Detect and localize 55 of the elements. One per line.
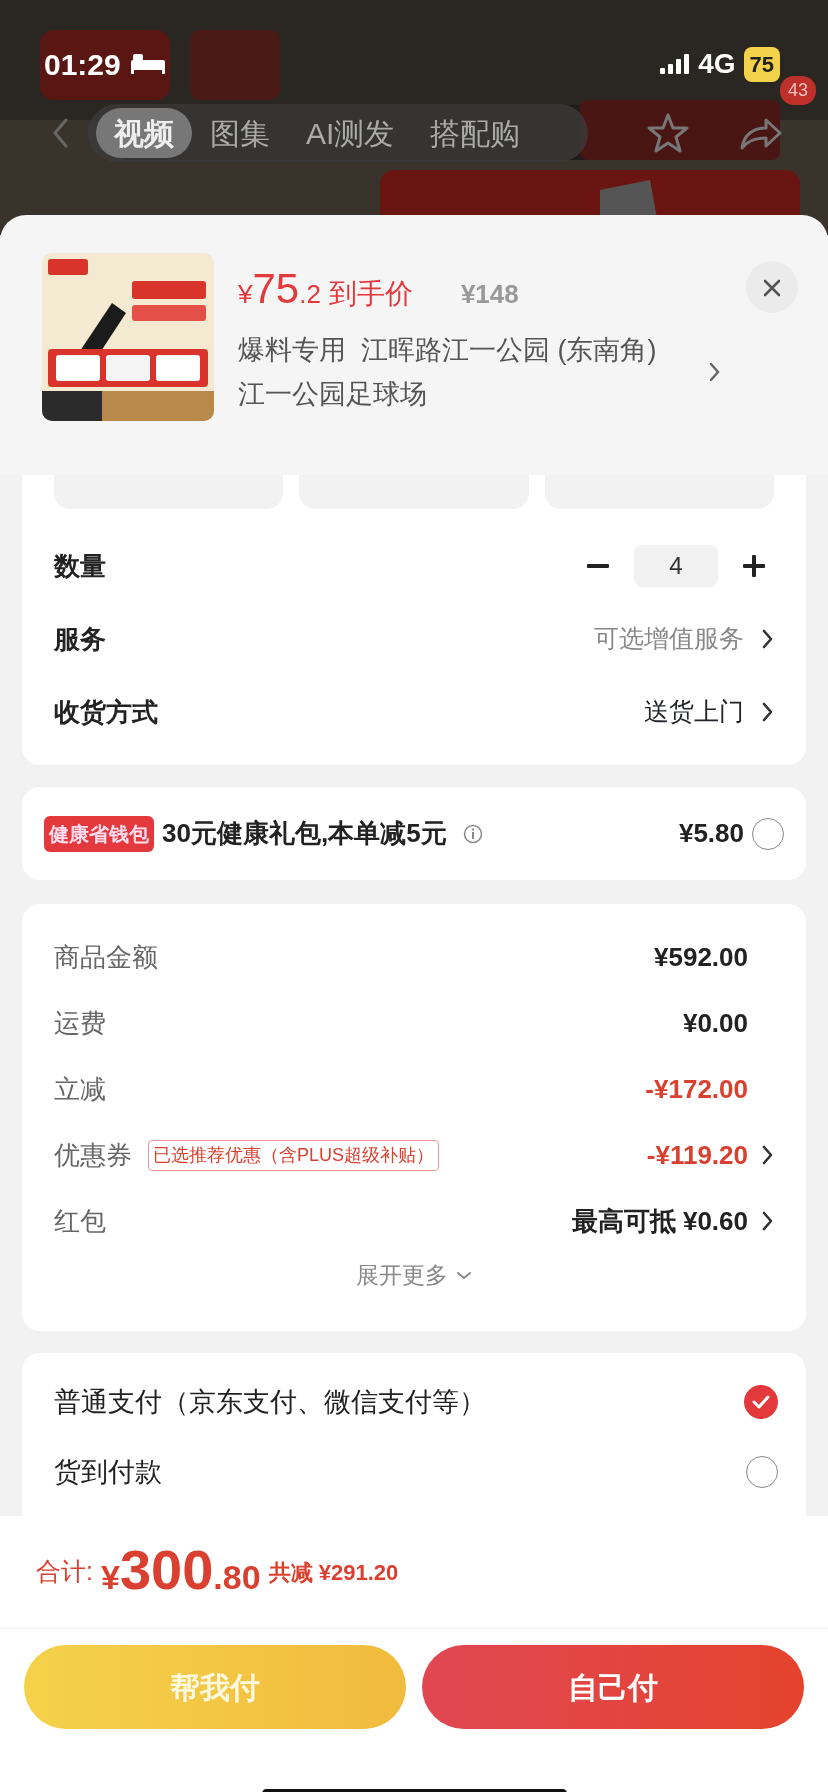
total-amount: ¥300.80 <box>100 1541 261 1603</box>
address-line: 江一公园足球场 <box>238 378 428 411</box>
chevron-right-icon <box>760 701 774 723</box>
saving-text: 共减 ¥291.20 <box>268 1558 399 1587</box>
row-label: 优惠券 <box>54 1138 132 1172</box>
promo-amount: ¥5.80 <box>678 817 744 850</box>
total-label: 合计: <box>36 1556 93 1588</box>
price: ¥75.2 <box>238 264 321 314</box>
row-label: 红包 <box>54 1204 106 1238</box>
radio-button[interactable] <box>746 1456 778 1488</box>
minus-icon <box>587 564 609 568</box>
row-label: 立减 <box>54 1072 106 1106</box>
coupon-tag: 已选推荐优惠（含PLUS超级补贴） <box>148 1139 440 1171</box>
row-label: 商品金额 <box>54 940 158 974</box>
check-icon <box>751 1393 771 1411</box>
close-button[interactable] <box>746 261 798 313</box>
quantity-field[interactable]: 4 <box>634 545 718 587</box>
row-value: ¥0.00 <box>682 1006 748 1040</box>
row-value-link[interactable]: 送货上门 <box>644 693 744 731</box>
original-price: ¥148 <box>460 278 519 311</box>
row-value: ¥592.00 <box>654 940 748 974</box>
tab[interactable]: 图集 <box>192 108 288 158</box>
back-icon <box>50 117 70 149</box>
address-line: 爆料专用 江晖路江一公园 (东南角) <box>238 334 658 367</box>
tab[interactable]: 视频 <box>96 108 192 158</box>
star-icon[interactable] <box>646 112 690 154</box>
signal-icon <box>660 54 691 74</box>
address-link[interactable]: 爆料专用 江晖路江一公园 (东南角) 江一公园足球场 <box>238 328 722 416</box>
payment-option[interactable]: 货到付款 <box>54 1451 162 1493</box>
row-value: -¥172.00 <box>645 1072 748 1106</box>
info-icon[interactable] <box>462 823 483 844</box>
network-label: 4G <box>698 47 736 81</box>
price-label: 到手价 <box>328 277 413 311</box>
radio-checked[interactable] <box>744 1385 778 1419</box>
status-time: 01:29 <box>44 46 121 83</box>
promo-text: 30元健康礼包,本单减5元 <box>162 817 447 850</box>
radio-button[interactable] <box>752 817 784 850</box>
chevron-right-icon <box>708 361 722 383</box>
tab[interactable]: AI测发 <box>288 108 413 158</box>
row-value: 最高可抵 ¥0.60 <box>571 1204 748 1238</box>
promo-tag: 健康省钱包 <box>44 815 154 852</box>
row-label: 运费 <box>54 1006 106 1040</box>
chevron-right-icon <box>760 628 774 650</box>
pay-button[interactable]: 自己付 <box>422 1645 804 1729</box>
row-label: 数量 <box>54 549 106 583</box>
expand-link[interactable]: 展开更多 <box>356 1258 472 1293</box>
row-value-link[interactable]: 可选增值服务 <box>594 620 744 658</box>
chevron-down-icon <box>456 1270 472 1281</box>
bed-icon <box>128 52 167 76</box>
payment-option[interactable]: 普通支付（京东支付、微信支付等） <box>54 1381 486 1423</box>
plus-icon <box>743 555 765 577</box>
row-label: 服务 <box>54 622 106 656</box>
tab[interactable]: 搭配购 <box>412 108 539 158</box>
row-value: -¥119.20 <box>646 1138 748 1172</box>
row-label: 收货方式 <box>54 695 158 729</box>
